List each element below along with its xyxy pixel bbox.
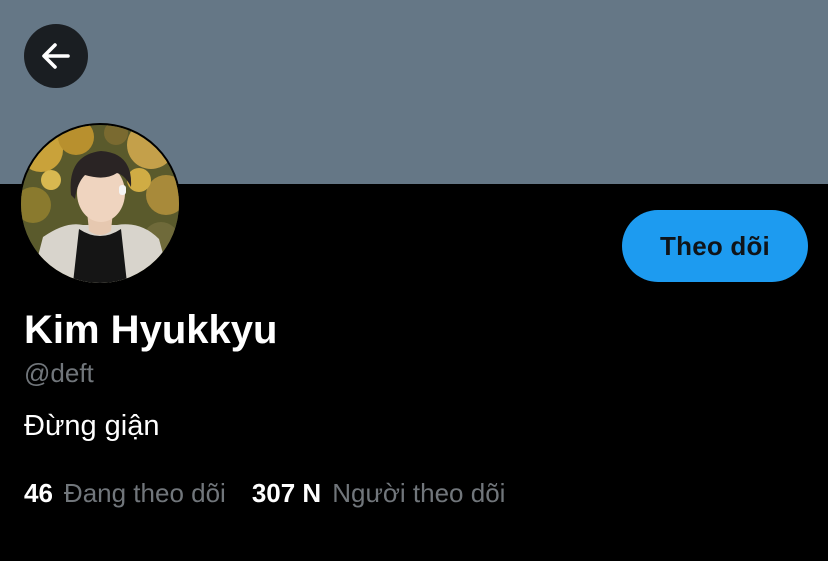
avatar-photo <box>21 125 179 283</box>
avatar[interactable] <box>19 123 181 285</box>
profile-stats: 46 Đang theo dõi 307 N Người theo dõi <box>24 476 505 510</box>
back-button[interactable] <box>24 24 88 88</box>
followers-label: Người theo dõi <box>332 478 506 508</box>
profile-bio: Đừng giận <box>24 410 160 442</box>
profile-screen: Theo dõi Kim Hyukkyu @deft Đừng giận 46 … <box>0 0 828 561</box>
follow-button[interactable]: Theo dõi <box>622 210 808 282</box>
following-label: Đang theo dõi <box>63 478 226 508</box>
arrow-left-icon <box>42 43 70 69</box>
display-name: Kim Hyukkyu <box>24 308 278 352</box>
followers-link[interactable]: 307 N Người theo dõi <box>252 476 506 510</box>
following-count: 46 <box>24 478 53 508</box>
user-handle: @deft <box>24 358 94 388</box>
following-link[interactable]: 46 Đang theo dõi <box>24 476 226 510</box>
followers-count: 307 N <box>251 478 322 508</box>
